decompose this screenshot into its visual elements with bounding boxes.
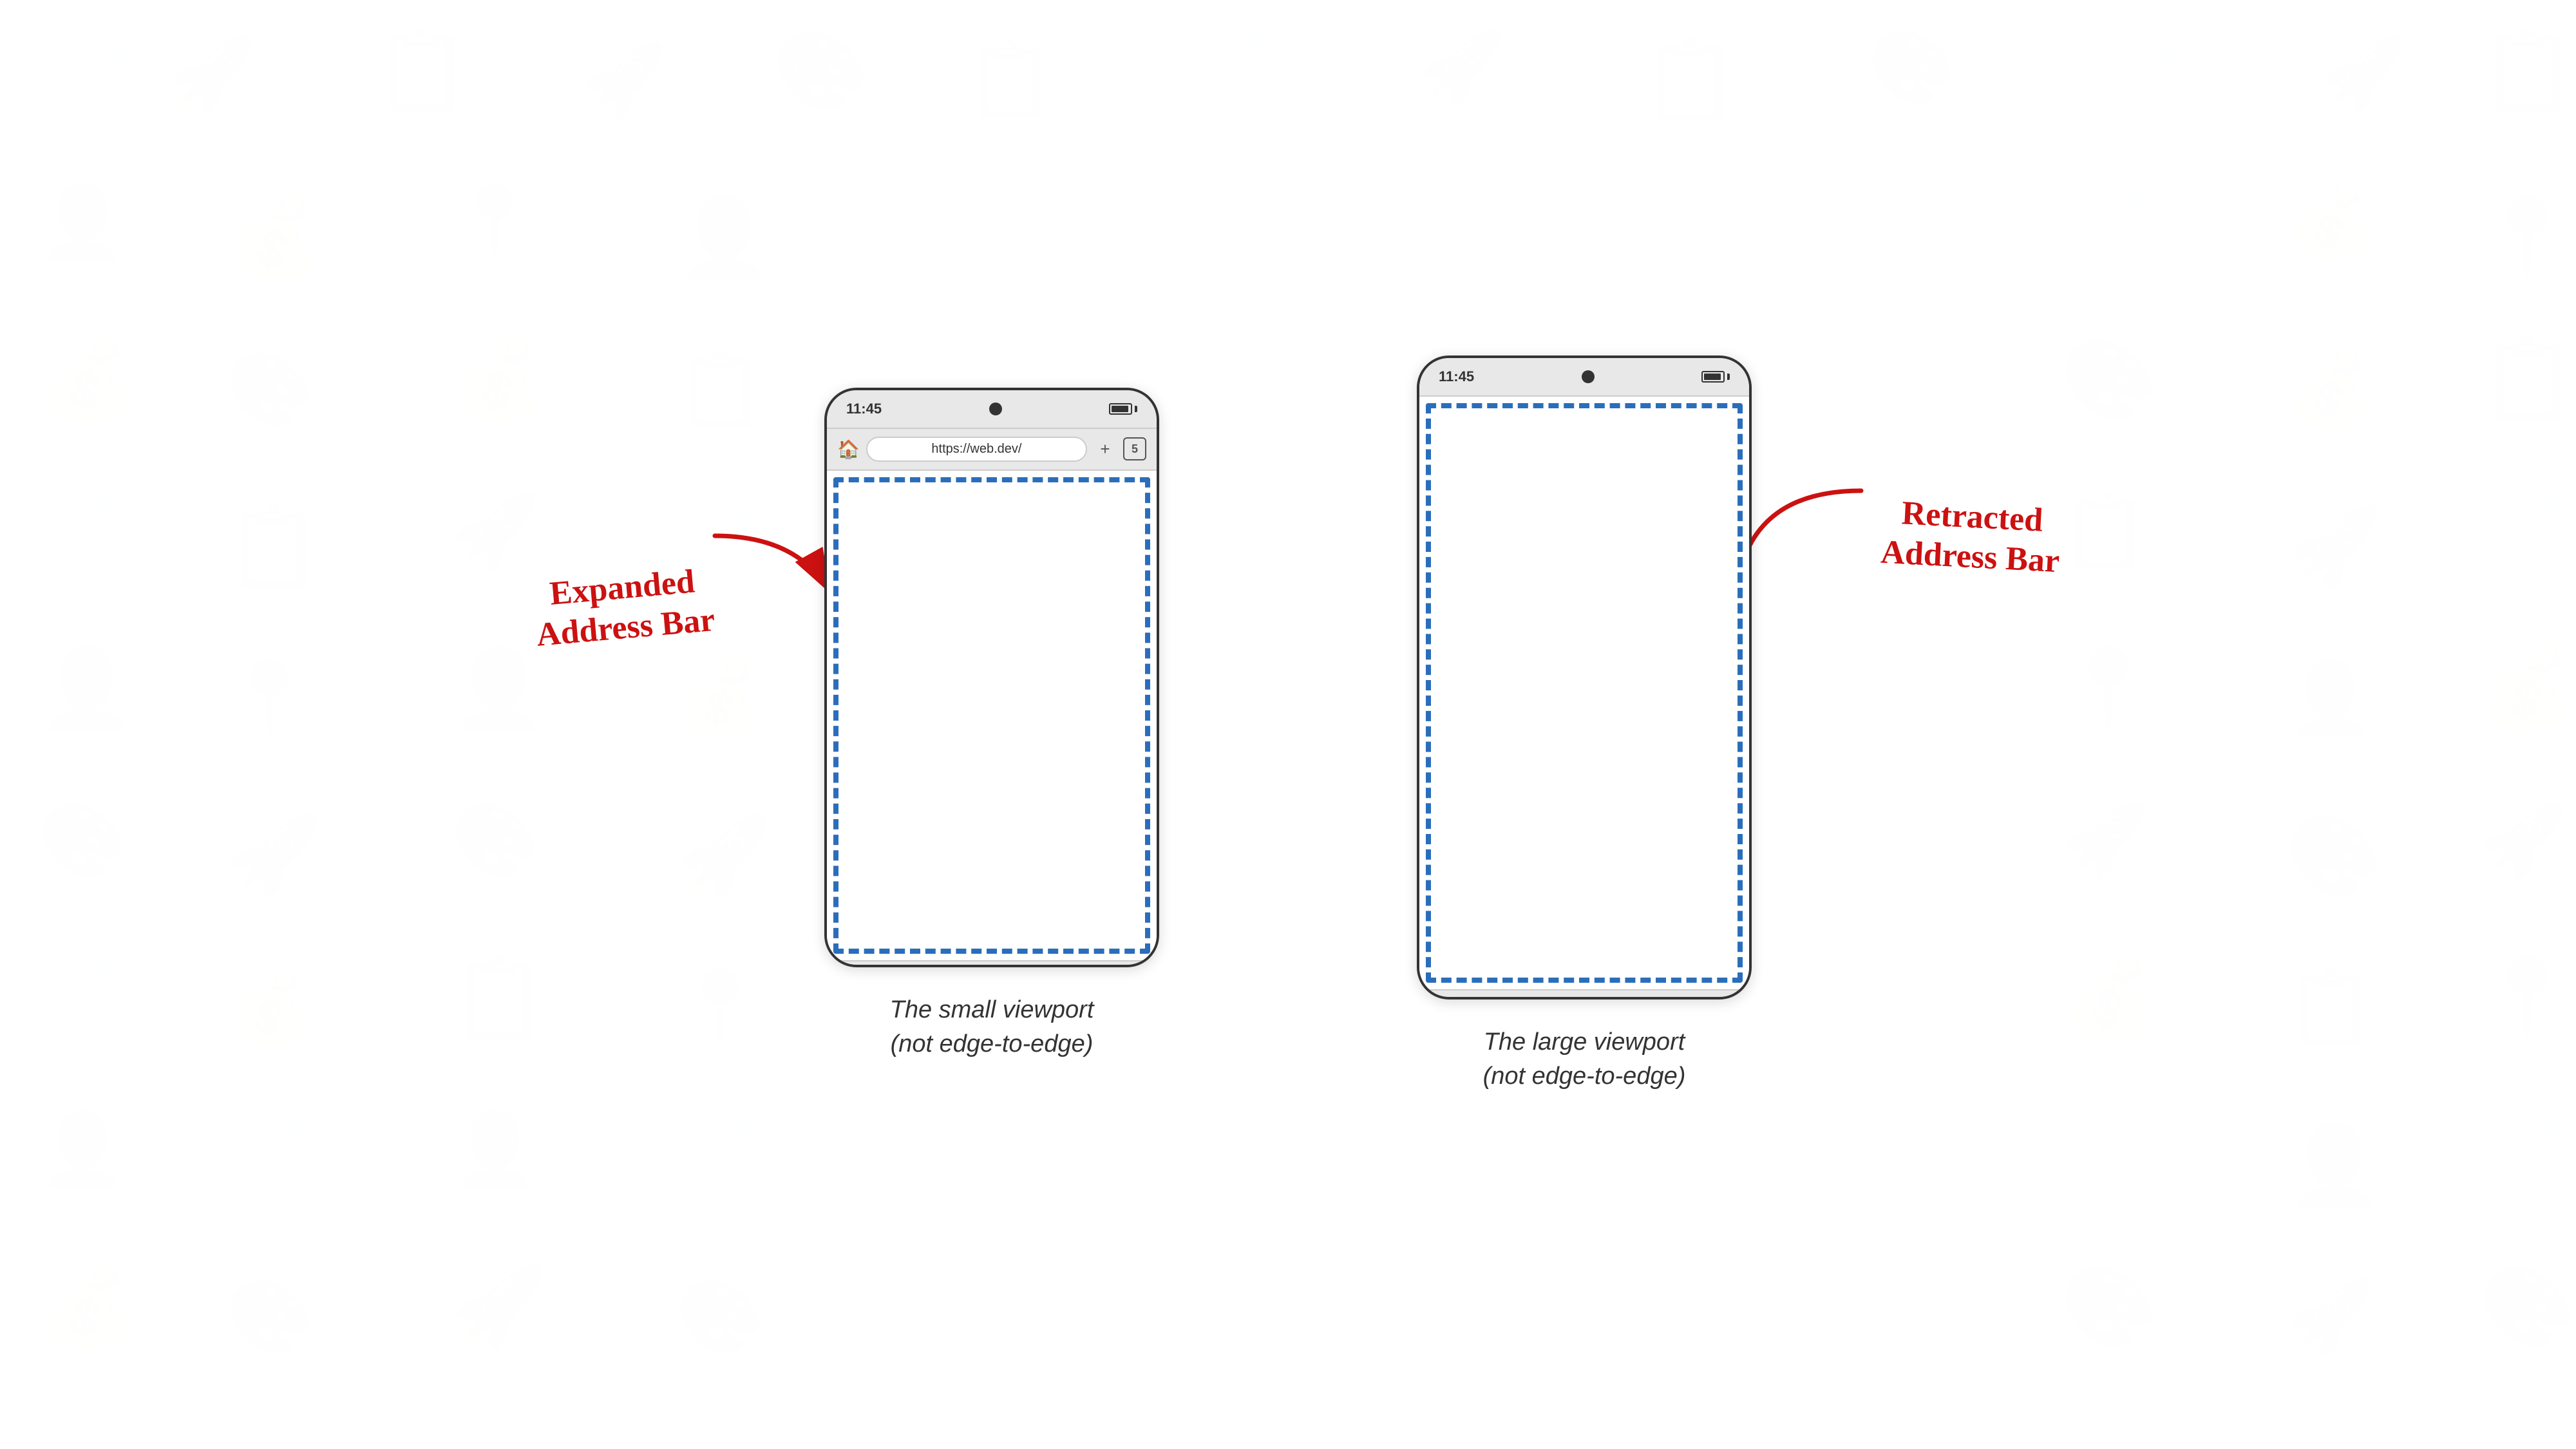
left-caption-line2: (not edge-to-edge) (891, 1030, 1094, 1057)
right-phone-caption: The large viewport (not edge-to-edge) (1483, 1025, 1686, 1094)
main-content: Expanded Address Bar 11:45 (0, 0, 2576, 1449)
right-battery-tip (1727, 374, 1730, 380)
url-field[interactable]: https://web.dev/ (866, 437, 1087, 462)
left-phone-bottom (827, 960, 1157, 967)
right-battery-body (1701, 371, 1725, 383)
right-phone-wrapper: Retracted Address Bar 11:45 (1417, 355, 1752, 1094)
left-phone: 11:45 🏠 https://web.dev/ + 5 (824, 388, 1159, 967)
home-icon[interactable]: 🏠 (837, 439, 860, 460)
left-caption-line1: The small viewport (890, 996, 1094, 1023)
retracted-label-line2: Address Bar (1880, 534, 2060, 580)
left-battery-body (1109, 403, 1132, 415)
right-phone-screen (1419, 397, 1749, 989)
right-status-bar: 11:45 (1419, 358, 1749, 397)
right-phone-bottom (1419, 989, 1749, 999)
right-caption-line2: (not edge-to-edge) (1483, 1063, 1686, 1090)
add-tab-button[interactable]: + (1094, 437, 1117, 460)
left-viewport-indicator (833, 477, 1150, 954)
expanded-address-bar-label: Expanded Address Bar (531, 560, 717, 656)
left-address-bar[interactable]: 🏠 https://web.dev/ + 5 (827, 429, 1157, 471)
left-phone-caption: The small viewport (not edge-to-edge) (890, 993, 1094, 1061)
tabs-count-button[interactable]: 5 (1123, 437, 1146, 460)
right-phone: 11:45 (1417, 355, 1752, 999)
right-battery-fill (1704, 374, 1721, 380)
expanded-arrow (696, 516, 844, 623)
right-camera (1582, 370, 1595, 383)
left-battery-fill (1112, 406, 1128, 412)
left-battery-tip (1135, 406, 1137, 412)
left-battery (1109, 403, 1137, 415)
retracted-address-bar-label: Retracted Address Bar (1880, 493, 2063, 582)
left-phone-screen (827, 471, 1157, 960)
retracted-arrow (1732, 471, 1880, 591)
left-phone-wrapper: Expanded Address Bar 11:45 (824, 388, 1159, 1061)
left-status-bar: 11:45 (827, 390, 1157, 429)
retracted-label-line1: Retracted (1901, 495, 2044, 538)
right-status-time: 11:45 (1439, 368, 1474, 385)
right-viewport-indicator (1426, 403, 1743, 983)
left-camera (989, 402, 1002, 415)
right-caption-line1: The large viewport (1484, 1028, 1685, 1056)
right-battery (1701, 371, 1730, 383)
left-status-time: 11:45 (846, 401, 882, 417)
